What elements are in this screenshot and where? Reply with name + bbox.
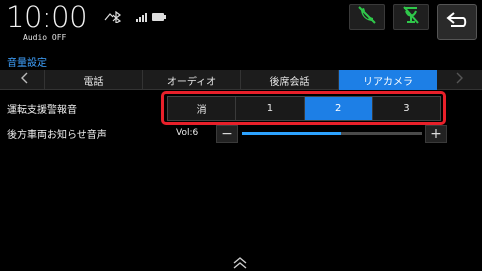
warning-sound-option-3[interactable]: 3: [372, 97, 440, 120]
warning-sound-selector: 消 1 2 3: [167, 96, 441, 121]
tab-prev-button[interactable]: [4, 70, 44, 90]
back-button[interactable]: [437, 4, 477, 40]
phone-disabled-icon: [356, 5, 378, 29]
warning-sound-option-2[interactable]: 2: [304, 97, 373, 120]
tab-audio[interactable]: オーディオ: [142, 70, 240, 90]
mic-disabled-button[interactable]: [393, 4, 429, 30]
tab-bar: 電話 オーディオ 後席会話 リアカメラ: [0, 70, 482, 90]
battery-icon: [152, 13, 166, 21]
volume-slider[interactable]: [242, 132, 422, 135]
volume-value: Vol:6: [176, 128, 199, 138]
warning-sound-option-1[interactable]: 1: [236, 97, 305, 120]
clock: 10:00: [6, 0, 88, 34]
phone-disabled-button[interactable]: [349, 4, 385, 30]
tab-rear-camera[interactable]: リアカメラ: [338, 70, 437, 90]
audio-status: Audio OFF: [23, 33, 67, 42]
tab-next-button[interactable]: [440, 70, 480, 90]
volume-decrease-button[interactable]: −: [216, 125, 238, 143]
tab-rear-conversation[interactable]: 後席会話: [240, 70, 338, 90]
expand-up-button[interactable]: [231, 255, 249, 271]
bluetooth-icon: [104, 11, 124, 23]
back-arrow-icon: [445, 11, 469, 33]
volume-slider-fill: [242, 132, 341, 135]
chevron-left-icon: [20, 72, 28, 88]
rear-notice-label: 後方車両お知らせ音声: [7, 130, 107, 141]
double-chevron-up-icon: [231, 255, 249, 271]
section-title: 音量設定: [7, 58, 47, 69]
mic-disabled-icon: [400, 5, 422, 29]
chevron-right-icon: [456, 72, 464, 88]
warning-sound-label: 運転支援警報音: [7, 105, 77, 116]
volume-increase-button[interactable]: +: [425, 125, 447, 143]
signal-icon: [136, 12, 148, 22]
tab-phone[interactable]: 電話: [44, 70, 142, 90]
warning-sound-option-off[interactable]: 消: [168, 97, 237, 120]
status-icons: [104, 11, 166, 23]
